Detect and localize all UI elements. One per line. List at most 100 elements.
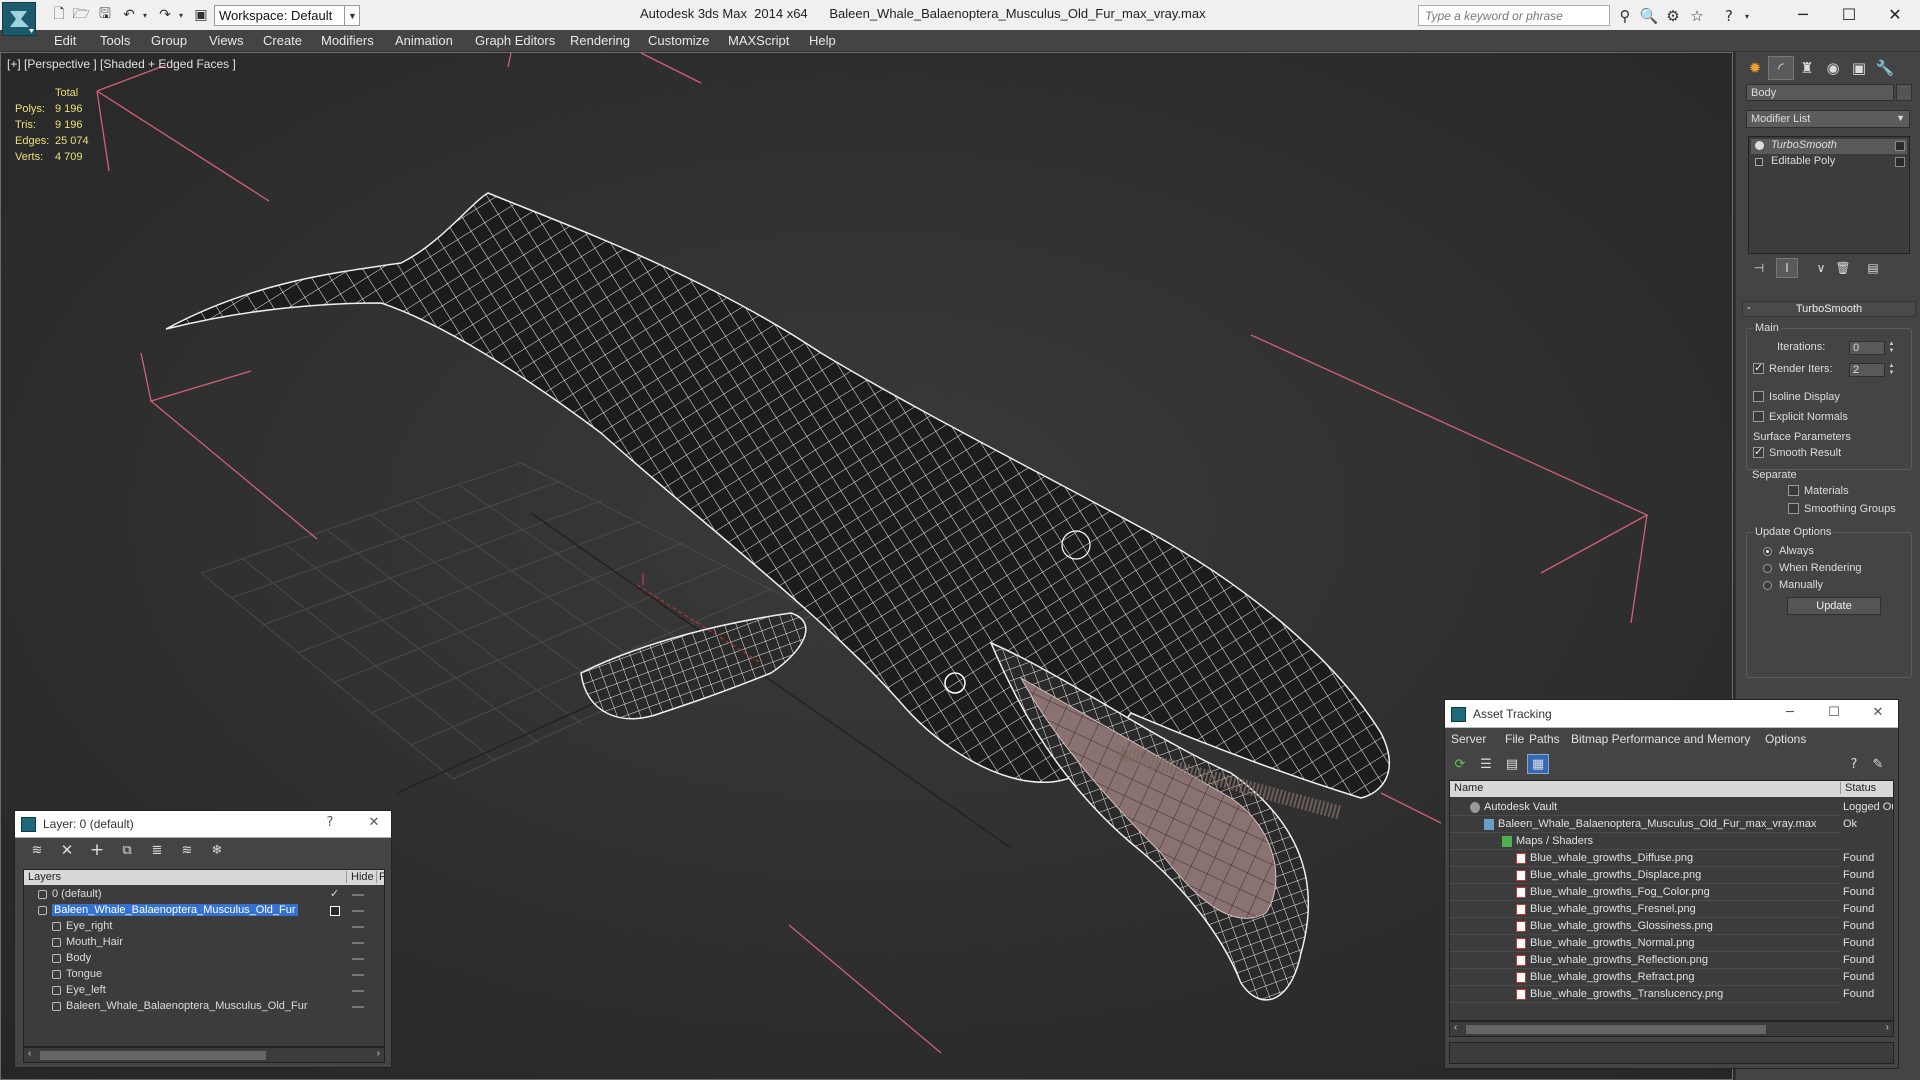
expand-icon[interactable] (1755, 158, 1763, 166)
maximize-icon[interactable]: ☐ (1825, 705, 1843, 723)
menu-group[interactable]: Group (151, 33, 187, 48)
asset-table[interactable]: Name Status Autodesk Vault Logged Ou Balee… (1449, 780, 1894, 1021)
smooth-result-checkbox[interactable] (1753, 445, 1764, 458)
stack-item-turbosmooth[interactable]: TurboSmooth (1751, 139, 1907, 154)
pin-icon[interactable]: ✎ (1867, 754, 1889, 774)
smoothing-groups-checkbox[interactable] (1788, 503, 1799, 514)
binoculars-icon[interactable]: ⚲ (1614, 6, 1636, 26)
modifier-list-dropdown[interactable]: Modifier List ▼ (1746, 110, 1910, 128)
asset-row[interactable]: Baleen_Whale_Balaenoptera_Musculus_Old_F… (1450, 816, 1893, 833)
select-highlighted-icon[interactable]: ⧉ (117, 841, 137, 859)
layer-list[interactable]: Layers Hide F 0 (default) ✓ Baleen_Whale_B… (23, 869, 385, 1047)
minimize-button[interactable]: ─ (1780, 0, 1826, 28)
menu-paths[interactable]: Paths (1529, 732, 1560, 746)
asset-row[interactable]: Blue_whale_growths_Reflection.png Found (1450, 952, 1893, 969)
help-dropdown-icon[interactable]: ▾ (1736, 6, 1758, 26)
iterations-spinner[interactable]: 0 (1849, 341, 1885, 355)
menu-tools[interactable]: Tools (100, 33, 130, 48)
stack-item-editable-poly[interactable]: Editable Poly (1751, 155, 1907, 170)
current-layer-check-icon[interactable]: ✓ (330, 887, 339, 900)
menu-views[interactable]: Views (209, 33, 243, 48)
scroll-right-icon[interactable]: › (377, 1048, 380, 1059)
layer-row[interactable]: Baleen_Whale_Balaenoptera_Musculus_Old_F… (24, 999, 384, 1015)
lightbulb-icon[interactable] (1755, 141, 1764, 150)
scroll-left-icon[interactable]: ‹ (28, 1048, 31, 1059)
close-button[interactable]: ✕ (1872, 0, 1918, 28)
menu-rendering[interactable]: Rendering (570, 33, 630, 48)
remove-modifier-icon[interactable]: 🗑 (1832, 258, 1854, 278)
menu-graph-editors[interactable]: Graph Editors (475, 33, 555, 48)
menu-modifiers[interactable]: Modifiers (321, 33, 374, 48)
minimize-icon[interactable]: ─ (1781, 705, 1799, 723)
asset-row[interactable]: Blue_whale_growths_Fog_Color.png Found (1450, 884, 1893, 901)
create-tab-icon[interactable]: ✹ (1742, 56, 1768, 80)
menu-edit[interactable]: Edit (54, 33, 76, 48)
render-iters-spinner[interactable]: 2 (1849, 363, 1885, 377)
configure-modifier-sets-icon[interactable]: ▤ (1862, 258, 1884, 278)
modifier-stack[interactable]: TurboSmooth Editable Poly (1748, 136, 1910, 254)
list-view-icon[interactable]: ☰ (1475, 754, 1497, 774)
layer-horizontal-scrollbar[interactable]: ‹ › (23, 1047, 385, 1063)
update-button[interactable]: Update (1787, 597, 1881, 615)
hide-toggle[interactable] (352, 958, 364, 960)
app-menu-button[interactable] (2, 2, 36, 36)
motion-tab-icon[interactable]: ◉ (1820, 56, 1846, 80)
materials-checkbox[interactable] (1788, 485, 1799, 496)
object-color-swatch[interactable] (1896, 84, 1912, 101)
add-to-layer-icon[interactable]: + (87, 840, 107, 860)
stack-item-checkbox[interactable] (1895, 141, 1905, 151)
asset-horizontal-scrollbar[interactable]: ‹ › (1449, 1021, 1894, 1037)
manually-radio[interactable] (1763, 581, 1772, 590)
layer-row[interactable]: Mouth_Hair (24, 935, 384, 951)
asset-row[interactable]: Blue_whale_growths_Translucency.png Found (1450, 986, 1893, 1003)
hide-toggle[interactable] (352, 894, 364, 896)
layer-row[interactable]: Tongue (24, 967, 384, 983)
hide-toggle[interactable] (352, 926, 364, 928)
when-rendering-radio[interactable] (1763, 564, 1772, 573)
layer-row[interactable]: Eye_right (24, 919, 384, 935)
modify-tab-icon[interactable]: ◜ (1768, 56, 1794, 80)
iterations-spinner-arrows[interactable]: ▲ ▼ (1887, 341, 1896, 355)
scrollbar-thumb[interactable] (40, 1051, 266, 1060)
display-tab-icon[interactable]: ▣ (1846, 56, 1872, 80)
status-column-header[interactable]: Status (1840, 782, 1876, 794)
project-folder-icon[interactable]: ▣ (192, 6, 210, 24)
favorites-star-icon[interactable]: ☆ (1686, 6, 1708, 26)
asset-tracking-titlebar[interactable]: Asset Tracking ─ ☐ ✕ (1445, 700, 1898, 728)
asset-row[interactable]: Blue_whale_growths_Fresnel.png Found (1450, 901, 1893, 918)
turbosmooth-rollout-header[interactable]: - TurboSmooth (1742, 301, 1916, 317)
close-icon[interactable]: ✕ (1869, 705, 1887, 723)
table-view-icon[interactable]: ▦ (1527, 754, 1549, 774)
help-button[interactable]: ? (321, 815, 339, 833)
menu-customize[interactable]: Customize (648, 33, 709, 48)
make-unique-icon[interactable]: ∨ (1810, 258, 1832, 278)
search-icon[interactable]: 🔍 (1638, 6, 1660, 26)
asset-row[interactable]: Blue_whale_growths_Normal.png Found (1450, 935, 1893, 952)
scroll-right-icon[interactable]: › (1886, 1022, 1889, 1033)
always-radio[interactable] (1763, 547, 1772, 556)
asset-row[interactable]: Maps / Shaders (1450, 833, 1893, 850)
hierarchy-tab-icon[interactable]: ♜ (1794, 56, 1820, 80)
workspace-dropdown[interactable]: Workspace: Default (214, 5, 360, 26)
menu-bitmap-performance[interactable]: Bitmap Performance and Memory (1571, 732, 1750, 746)
menu-maxscript[interactable]: MAXScript (728, 33, 789, 48)
refresh-icon[interactable]: ⟳ (1449, 754, 1471, 774)
chevron-down-icon[interactable]: ▼ (344, 5, 360, 26)
subscription-icon[interactable]: ⚙ (1662, 6, 1684, 26)
asset-row[interactable]: Blue_whale_growths_Diffuse.png Found (1450, 850, 1893, 867)
pin-stack-icon[interactable]: ⊣ (1748, 258, 1770, 278)
hide-all-layers-icon[interactable]: ≋ (177, 841, 197, 859)
new-file-icon[interactable]: 🗋 (50, 6, 68, 24)
asset-row[interactable]: Blue_whale_growths_Refract.png Found (1450, 969, 1893, 986)
stack-item-checkbox[interactable] (1895, 157, 1905, 167)
freeze-all-layers-icon[interactable]: ❄ (207, 841, 227, 859)
render-iters-checkbox[interactable] (1753, 361, 1764, 374)
scroll-left-icon[interactable]: ‹ (1454, 1022, 1457, 1033)
details-view-icon[interactable]: ▤ (1501, 754, 1523, 774)
asset-row[interactable]: Autodesk Vault Logged Ou (1450, 799, 1893, 816)
explicit-normals-checkbox[interactable] (1753, 411, 1764, 422)
hide-toggle[interactable] (352, 990, 364, 992)
show-end-result-icon[interactable]: Ⅰ (1776, 258, 1798, 278)
hide-toggle[interactable] (352, 942, 364, 944)
menu-animation[interactable]: Animation (395, 33, 453, 48)
